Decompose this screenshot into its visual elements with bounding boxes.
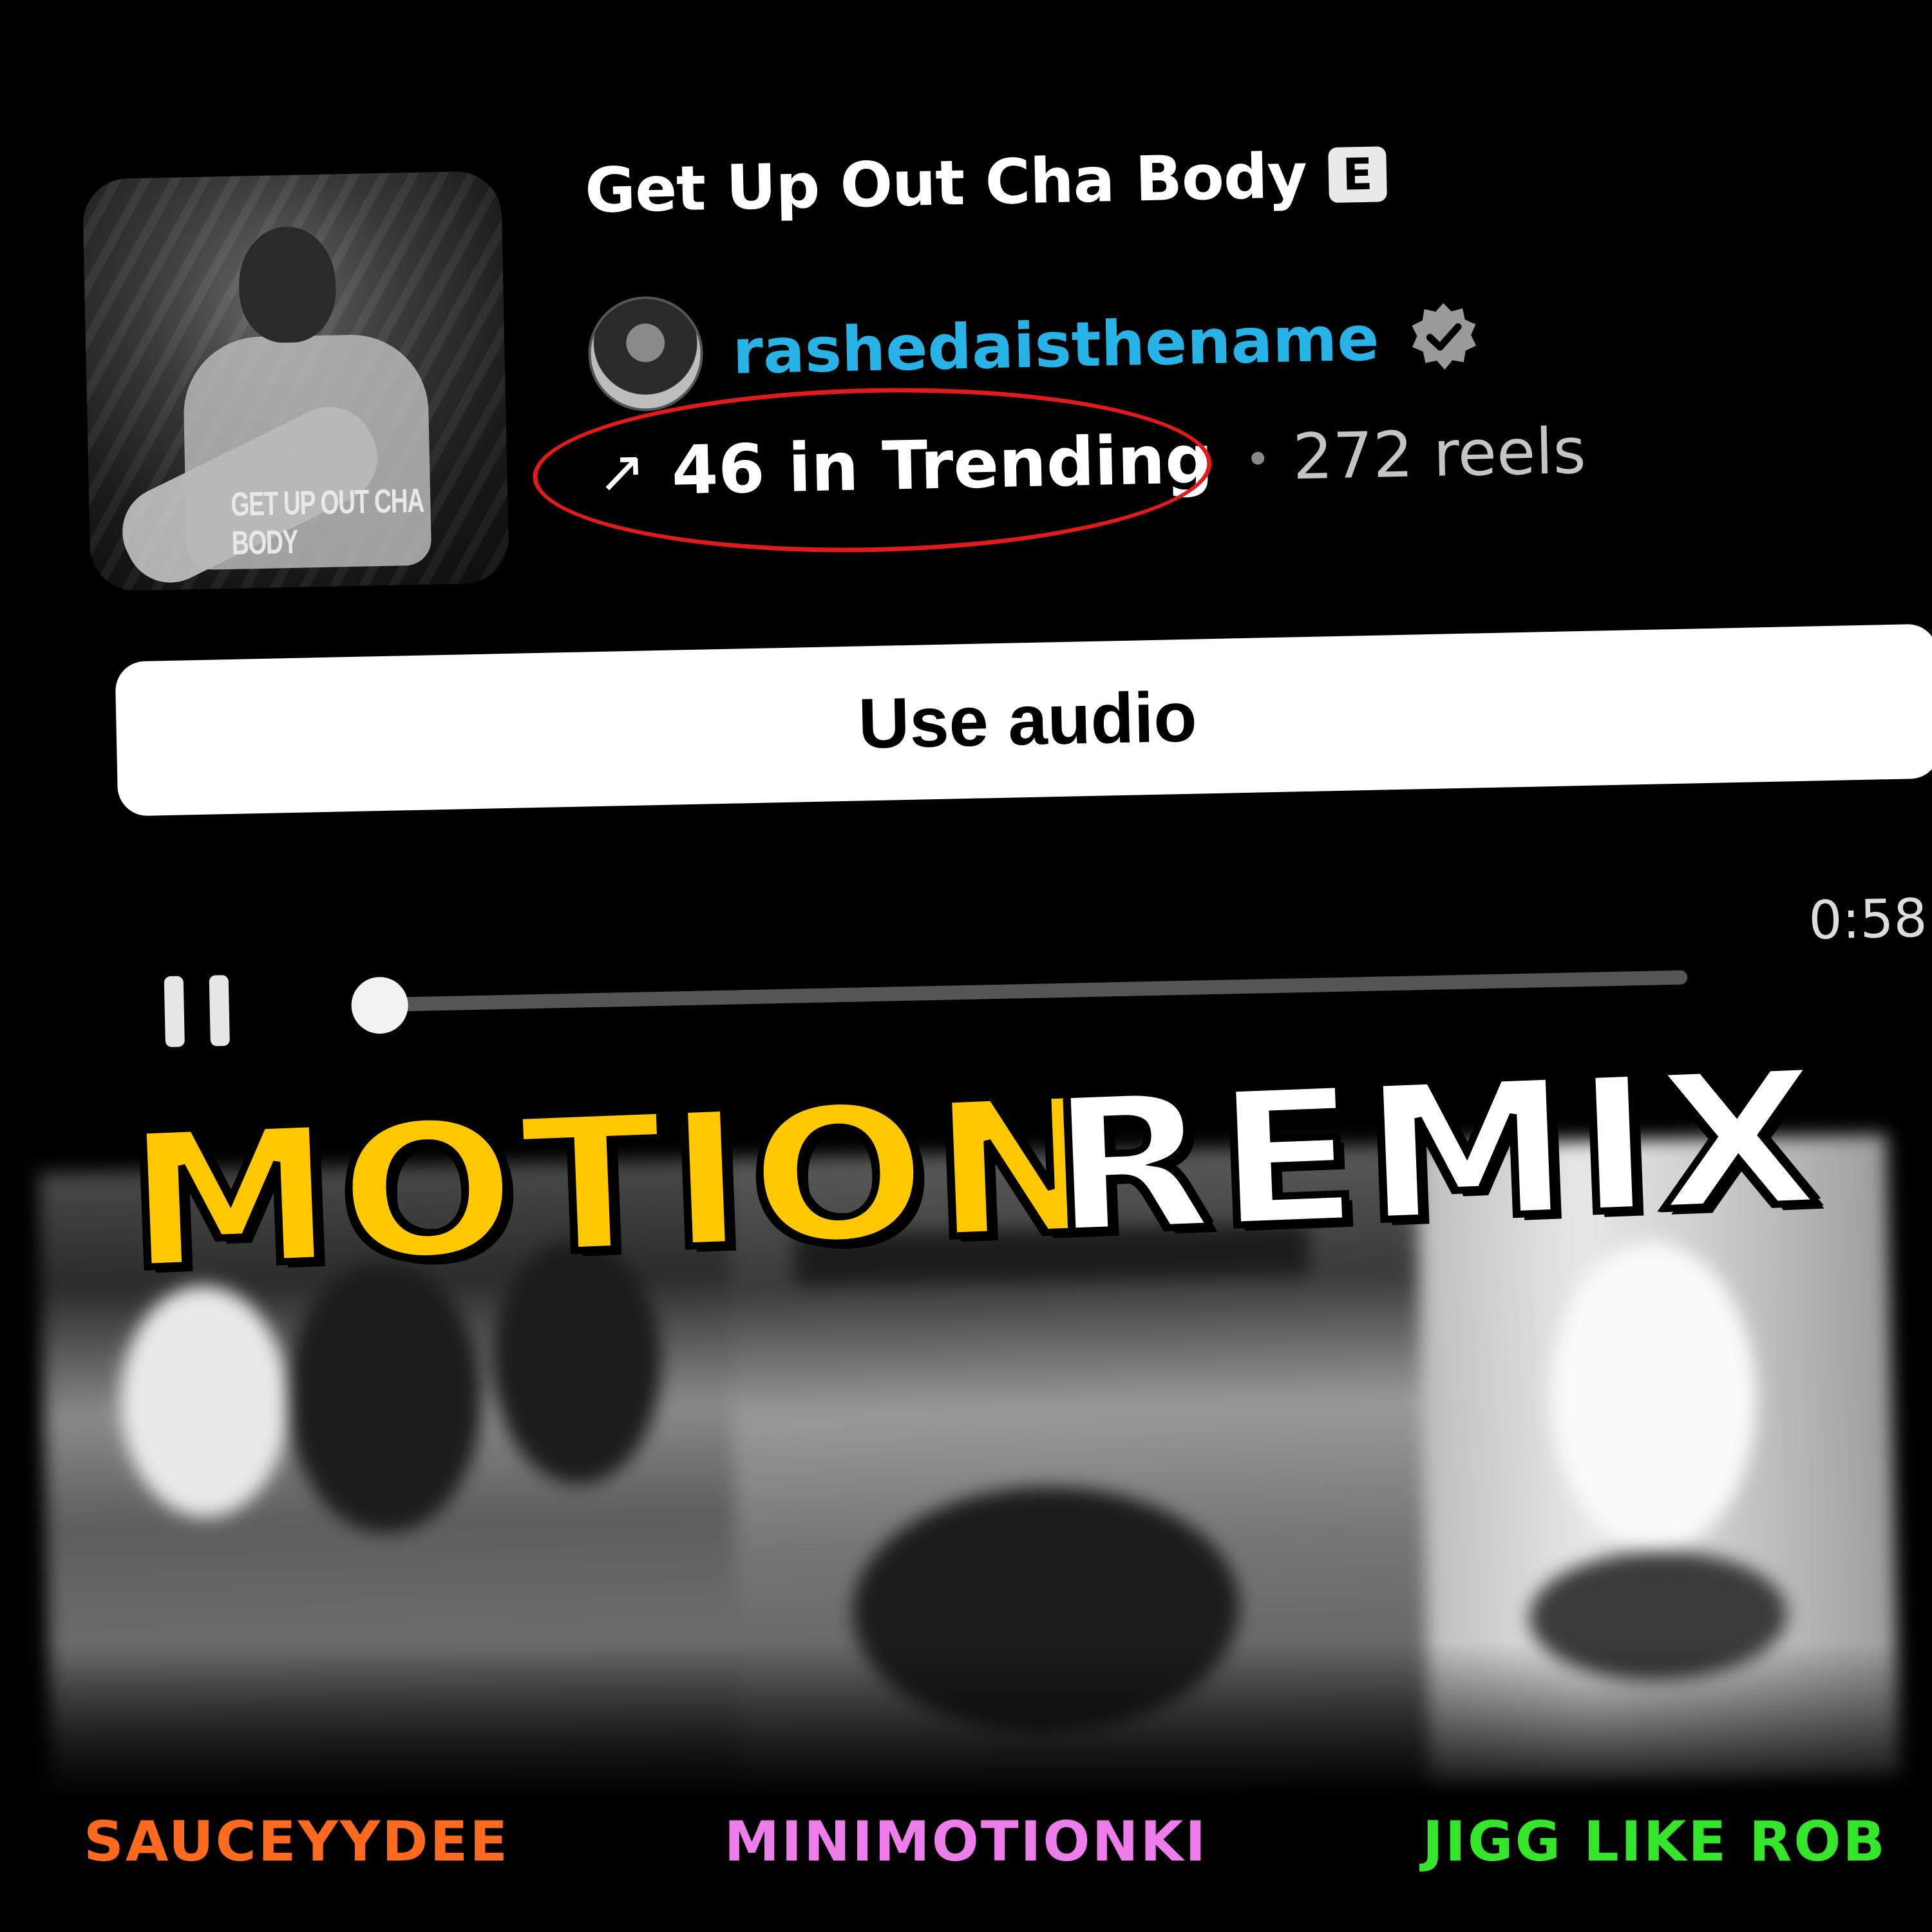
verified-badge-icon	[1412, 303, 1476, 370]
artist-handle[interactable]: rashedaisthename	[732, 303, 1379, 388]
credit-name: SAUCEYYDEE	[84, 1810, 509, 1874]
duration-label: 0:58	[1808, 887, 1928, 952]
song-title: Get Up Out Cha Body	[584, 139, 1308, 227]
artist-row[interactable]: rashedaisthename	[587, 279, 1481, 413]
stats-row: ↗ 46 in Trending 272 reels	[531, 381, 1587, 560]
album-cover-text: GET UP OUT CHA BODY	[230, 482, 424, 562]
progress-thumb[interactable]	[350, 976, 409, 1034]
reels-count[interactable]: 272 reels	[1292, 415, 1587, 495]
song-title-row: Get Up Out Cha Body E	[584, 138, 1387, 227]
progress-track[interactable]	[380, 970, 1688, 1012]
credits-row: SAUCEYYDEE MINIMOTIONKI JIGG LIKE ROB	[84, 1810, 1887, 1874]
bottom-fade	[0, 1642, 1932, 1932]
use-audio-button[interactable]: Use audio	[115, 623, 1932, 817]
headline-word-motion: MOTION	[119, 1054, 1119, 1315]
credit-name: MINIMOTIONKI	[724, 1810, 1208, 1874]
separator-dot	[1251, 451, 1265, 465]
pause-icon[interactable]	[164, 974, 230, 1048]
credit-name: JIGG LIKE ROB	[1422, 1810, 1887, 1874]
headline-word-remix: REMIX	[1043, 1027, 1831, 1280]
explicit-badge: E	[1328, 146, 1387, 204]
album-cover[interactable]: GET UP OUT CHA BODY	[82, 171, 509, 592]
artist-avatar[interactable]	[587, 295, 705, 413]
